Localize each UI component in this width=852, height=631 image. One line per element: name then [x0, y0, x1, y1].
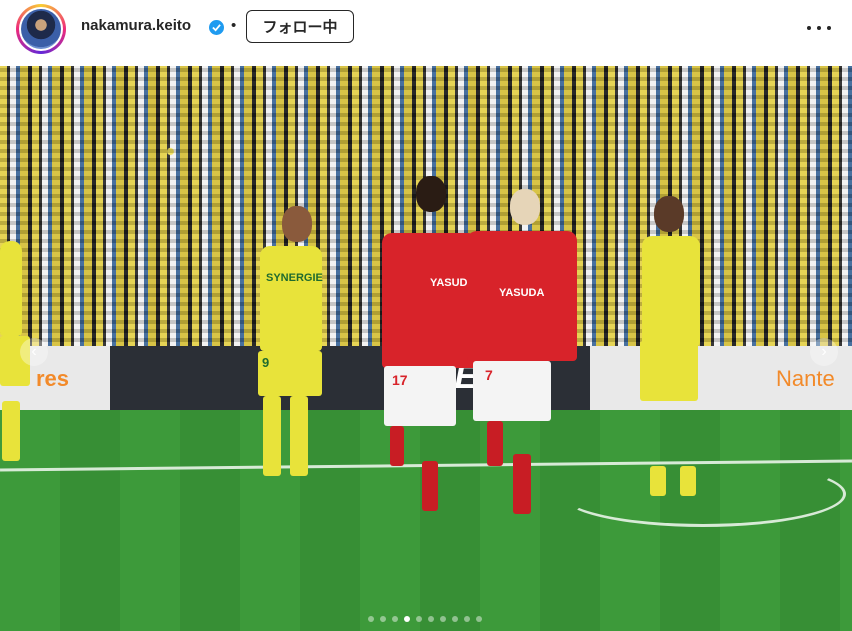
following-button[interactable]: フォロー中	[246, 10, 354, 43]
avatar[interactable]	[16, 4, 66, 54]
next-image-button[interactable]: ›	[810, 338, 838, 366]
player-nantes-9: SYNERGIE 9	[225, 206, 335, 496]
previous-image-button[interactable]: ‹	[20, 338, 48, 366]
carousel-dot	[440, 616, 446, 622]
carousel-dot	[404, 616, 410, 622]
carousel-dot	[476, 616, 482, 622]
shirt-number-3: 9	[262, 355, 270, 370]
player-nantes-right	[630, 196, 710, 516]
carousel-dot	[452, 616, 458, 622]
carousel-dot	[380, 616, 386, 622]
player-reims-7: YASUDA 7	[465, 186, 585, 551]
shirt-number-2: 7	[485, 367, 493, 383]
username-link[interactable]: nakamura.keito	[81, 17, 191, 34]
carousel-dot	[368, 616, 374, 622]
board-text-right: Nante	[776, 366, 835, 391]
verified-badge-icon	[209, 20, 224, 35]
carousel-dot	[428, 616, 434, 622]
post-image[interactable]: res UE 1 Nante SYNERGIE 9 YASUDA 17 YASU…	[0, 66, 852, 631]
carousel-dot	[464, 616, 470, 622]
player-left-edge	[0, 241, 40, 541]
board-text-left: res	[36, 366, 70, 391]
separator-dot: •	[231, 17, 237, 34]
shirt-number-1: 17	[392, 372, 408, 388]
sponsor-text-yellow: SYNERGIE	[266, 272, 323, 284]
sponsor-text-red-2: YASUDA	[499, 287, 545, 299]
more-options-icon[interactable]	[806, 18, 832, 38]
post-header: nakamura.keito • フォロー中	[0, 0, 852, 64]
carousel-indicator	[368, 609, 488, 622]
carousel-dot	[392, 616, 398, 622]
carousel-dot	[416, 616, 422, 622]
